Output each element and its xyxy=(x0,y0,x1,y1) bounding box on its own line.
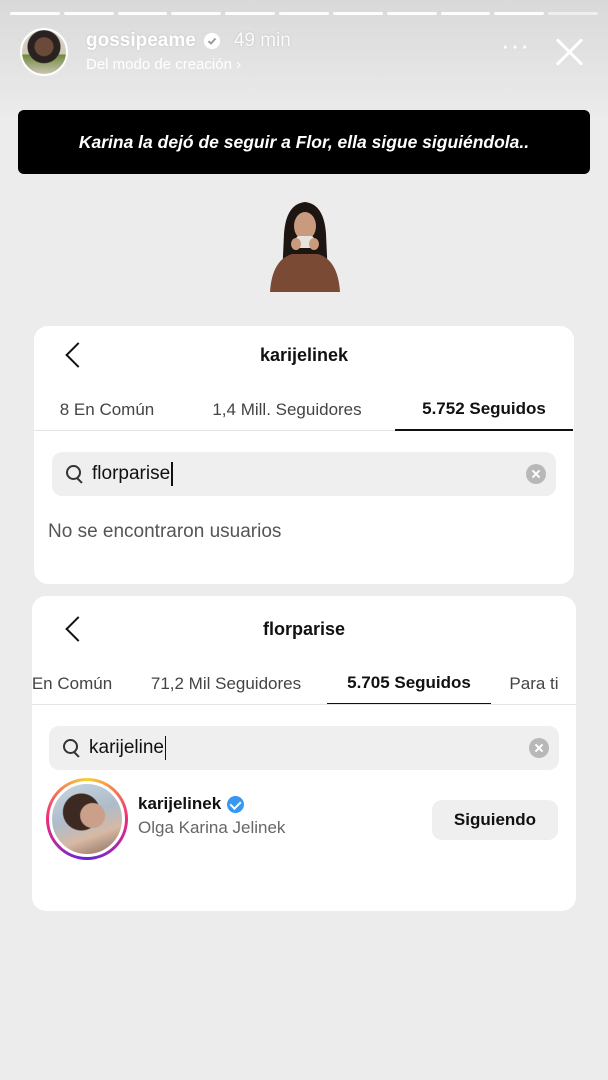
profile-title: florparise xyxy=(262,619,346,639)
progress-segment xyxy=(494,12,545,15)
following-screenshot-karijelinek: karijelinek 8 En Común 1,4 Mill. Seguido… xyxy=(34,326,574,584)
clear-search-icon[interactable] xyxy=(529,738,549,758)
progress-segment xyxy=(10,12,60,15)
story-source-link[interactable]: Del modo de creación › xyxy=(86,56,241,73)
tab-followers[interactable]: 1,4 Mill. Seguidores xyxy=(194,389,380,431)
result-full-name: Olga Karina Jelinek xyxy=(138,818,286,837)
tab-mutual[interactable]: En Común xyxy=(32,663,116,704)
progress-segment xyxy=(117,12,168,15)
follow-tabs: 8 En Común 1,4 Mill. Seguidores 5.752 Se… xyxy=(34,389,574,431)
progress-segment xyxy=(548,12,598,15)
verified-badge-icon xyxy=(203,33,220,49)
story-author-avatar[interactable] xyxy=(20,28,68,76)
tab-mutual[interactable]: 8 En Común xyxy=(48,389,166,431)
no-results-message: No se encontraron usuarios xyxy=(48,521,282,542)
tab-following[interactable]: 5.705 Seguidos xyxy=(327,663,491,704)
woman-gif-sticker xyxy=(266,198,344,292)
story-progress-bar xyxy=(10,12,598,15)
progress-segment xyxy=(225,12,276,15)
progress-segment xyxy=(171,12,222,15)
clear-search-icon[interactable] xyxy=(526,464,546,484)
following-screenshot-florparise: florparise En Común 71,2 Mil Seguidores … xyxy=(32,596,576,911)
close-icon[interactable] xyxy=(554,36,584,66)
verified-badge-icon xyxy=(227,795,245,813)
progress-segment xyxy=(279,12,329,15)
story-username[interactable]: gossipeame xyxy=(86,30,196,52)
user-avatar-with-story-ring[interactable] xyxy=(46,778,128,860)
search-bar[interactable]: karijeline xyxy=(49,726,559,770)
tab-followers[interactable]: 71,2 Mil Seguidores xyxy=(140,663,312,704)
search-input[interactable]: karijeline xyxy=(89,736,167,760)
avatar xyxy=(49,781,125,857)
text-cursor xyxy=(171,462,173,486)
search-input[interactable]: florparise xyxy=(92,462,173,486)
tab-following[interactable]: 5.752 Seguidos xyxy=(395,389,573,431)
progress-segment xyxy=(63,12,114,15)
chevron-right-icon: › xyxy=(236,56,242,73)
progress-segment xyxy=(332,12,383,15)
story-caption: Karina la dejó de seguir a Flor, ella si… xyxy=(18,110,590,174)
search-icon xyxy=(66,465,84,483)
text-cursor xyxy=(164,736,167,760)
story-author[interactable]: gossipeame 49 min xyxy=(86,30,291,52)
progress-segment xyxy=(386,12,437,15)
tab-for-you[interactable]: Para ti xyxy=(502,663,566,704)
search-icon xyxy=(63,739,81,757)
search-bar[interactable]: florparise xyxy=(52,452,556,496)
story-time: 49 min xyxy=(233,30,291,51)
progress-segment xyxy=(440,12,491,15)
profile-title: karijelinek xyxy=(259,345,349,365)
more-horizontal-icon[interactable]: ··· xyxy=(501,32,530,58)
following-button[interactable]: Siguiendo xyxy=(432,800,558,840)
follow-tabs: En Común 71,2 Mil Seguidores 5.705 Segui… xyxy=(32,663,576,705)
story-header: gossipeame 49 min Del modo de creación ›… xyxy=(18,26,590,82)
search-result-row[interactable]: karijelinek Olga Karina Jelinek Siguiend… xyxy=(46,778,558,862)
story-source-label: Del modo de creación xyxy=(86,56,232,73)
result-username[interactable]: karijelinek xyxy=(138,794,245,814)
